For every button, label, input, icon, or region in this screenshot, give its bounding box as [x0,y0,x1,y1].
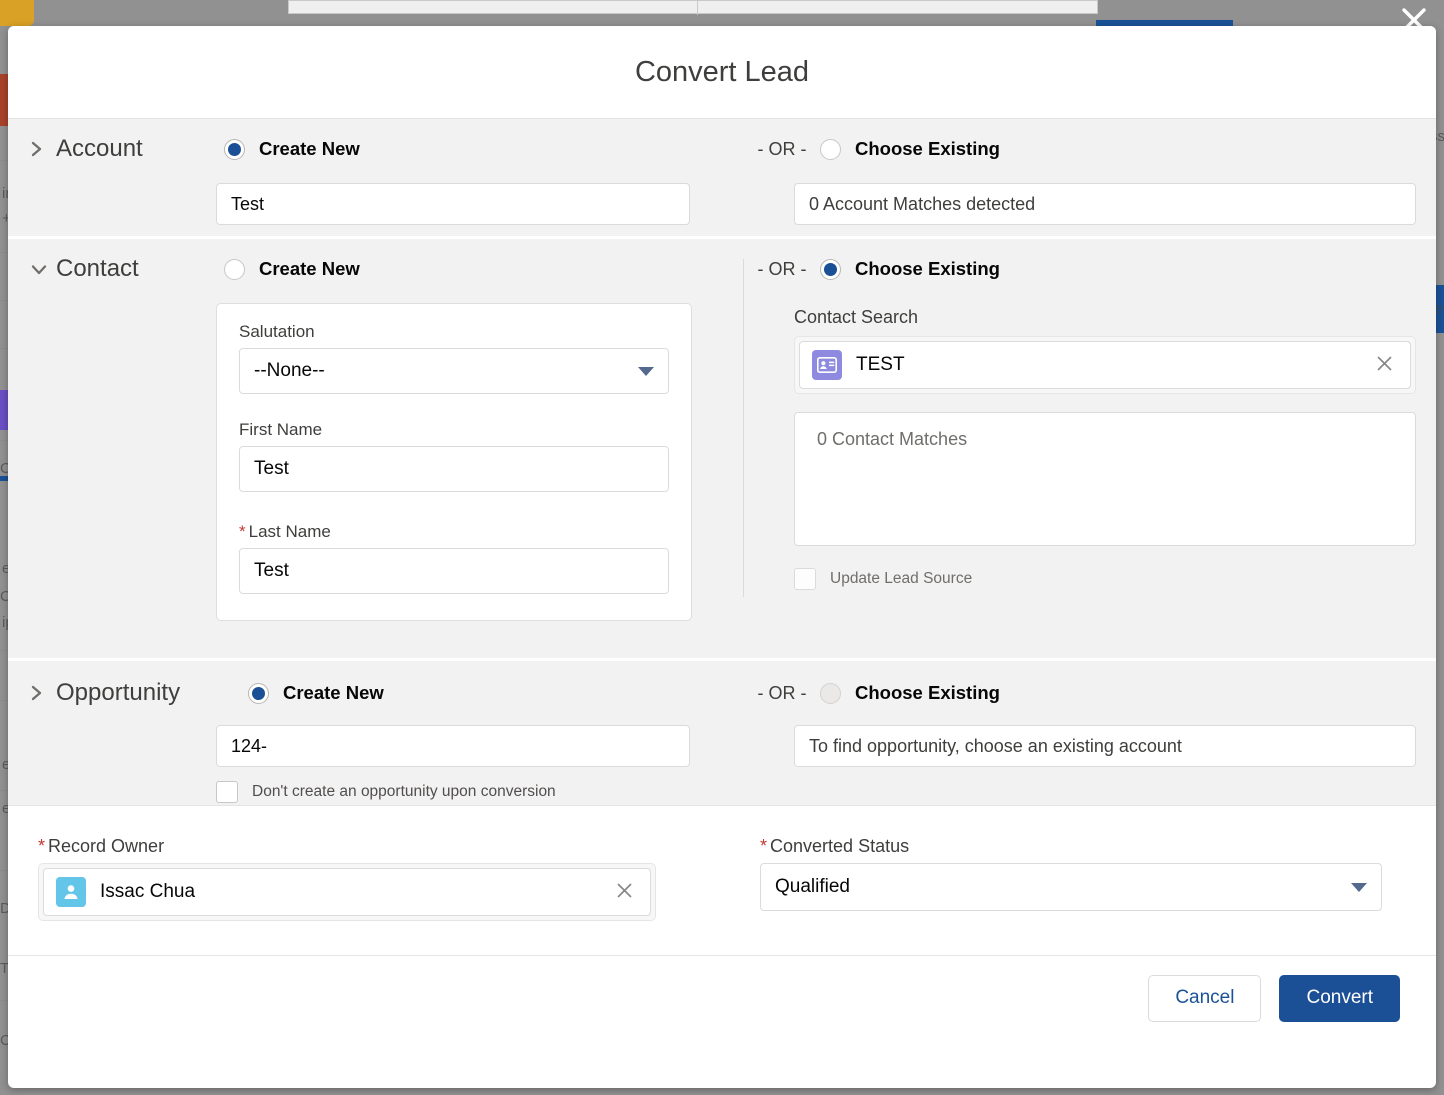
record-owner-label: * Record Owner [38,836,165,856]
account-choose-existing-label: Choose Existing [855,138,1000,159]
last-name-input[interactable]: Test [239,548,669,594]
contact-search-lookup: TEST [794,336,1416,394]
record-owner-pill[interactable]: Issac Chua [43,868,651,916]
contact-create-new-label: Create New [259,258,360,279]
salutation-value: --None-- [254,360,325,381]
modal-header: Convert Lead [8,26,1436,119]
account-create-new-radio[interactable]: Create New [224,138,360,160]
background-search-bar [288,0,1098,15]
radio-indicator [820,138,841,160]
section-opportunity: Opportunity Create New 124- Don't create… [8,661,1436,806]
first-name-input[interactable]: Test [239,446,669,492]
account-choose-existing-radio[interactable]: Choose Existing [820,138,1000,160]
contact-create-new-radio[interactable]: Create New [224,258,360,280]
radio-indicator [820,682,841,704]
clear-icon[interactable] [609,881,640,904]
background-search-divider [697,1,698,15]
owner-status-row: * Record Owner Issac Chua * Converted St… [8,806,1436,956]
converted-status-label: * Converted Status [760,836,910,856]
contact-new-form: Salutation --None-- First Name Test * Las… [216,303,692,621]
last-name-label: * Last Name [239,522,331,541]
chevron-right-icon[interactable] [30,140,56,158]
required-indicator: * [239,522,246,541]
page-title: Convert Lead [634,55,810,88]
required-indicator: * [38,836,46,856]
clear-icon[interactable] [1369,354,1400,377]
radio-indicator [248,682,269,704]
salutation-label: Salutation [239,322,315,341]
contact-card-icon [812,350,842,380]
contact-search-value: TEST [856,354,905,375]
section-title-account: Account [56,135,143,162]
update-lead-source-label: Update Lead Source [830,570,973,587]
dont-create-opportunity-label: Don't create an opportunity upon convers… [252,783,556,800]
dont-create-opportunity-row[interactable]: Don't create an opportunity upon convers… [216,781,744,803]
account-or-label: - OR - [757,138,807,159]
converted-status-select[interactable]: Qualified [760,863,1382,911]
chevron-down-icon [1351,882,1367,892]
radio-indicator [820,258,841,280]
contact-choose-existing-radio[interactable]: Choose Existing [820,258,1000,280]
modal-footer: Cancel Convert [8,956,1436,1040]
cancel-button[interactable]: Cancel [1148,974,1262,1022]
opportunity-name-input[interactable]: 124- [216,725,690,767]
contact-matches-box[interactable]: 0 Contact Matches [794,412,1416,546]
opportunity-existing-field[interactable]: To find opportunity, choose an existing … [794,725,1416,767]
user-avatar-icon [56,877,86,907]
background-logo [0,0,34,26]
section-contact: Contact Create New Salutation --None-- F… [8,239,1436,661]
convert-lead-modal: Convert Lead Account Create New Test - O… [8,26,1436,1088]
convert-button[interactable]: Convert [1279,974,1400,1022]
account-name-input[interactable]: Test [216,183,690,225]
record-owner-value: Issac Chua [100,881,196,902]
opportunity-choose-existing-label: Choose Existing [855,682,1000,703]
section-title-contact: Contact [56,255,139,282]
first-name-label: First Name [239,420,323,439]
modal-body: Account Create New Test - OR - Choose Ex… [8,119,1436,956]
opportunity-or-label: - OR - [757,682,807,703]
required-indicator: * [760,836,768,856]
chevron-down-icon[interactable] [30,263,56,276]
converted-status-value: Qualified [775,876,850,897]
update-lead-source-checkbox[interactable] [794,568,816,590]
record-owner-lookup: Issac Chua [38,863,656,921]
account-create-new-label: Create New [259,138,360,159]
contact-search-pill[interactable]: TEST [799,341,1411,389]
opportunity-choose-existing-radio[interactable]: Choose Existing [820,682,1000,704]
section-account: Account Create New Test - OR - Choose Ex… [8,119,1436,239]
radio-indicator [224,258,245,280]
opportunity-create-new-radio[interactable]: Create New [248,682,384,704]
contact-or-label: - OR - [757,258,807,279]
contact-search-label: Contact Search [794,307,919,327]
chevron-down-icon [638,366,654,376]
dont-create-opportunity-checkbox[interactable] [216,781,238,803]
contact-choose-existing-label: Choose Existing [855,258,1000,279]
chevron-right-icon[interactable] [30,684,56,702]
account-matches-field[interactable]: 0 Account Matches detected [794,183,1416,225]
opportunity-create-new-label: Create New [283,682,384,703]
salutation-select[interactable]: --None-- [239,348,669,394]
section-title-opportunity: Opportunity [56,679,181,706]
radio-indicator [224,138,245,160]
update-lead-source-row[interactable]: Update Lead Source [794,568,1416,590]
